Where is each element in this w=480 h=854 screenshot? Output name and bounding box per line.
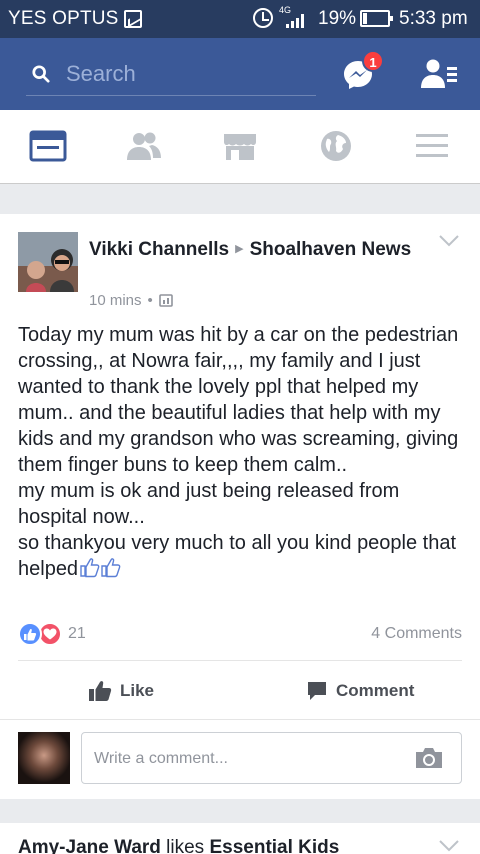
tab-news-feed[interactable]: [8, 110, 88, 182]
post-meta: 10 mins •: [89, 292, 173, 309]
comment-label: Comment: [336, 681, 415, 700]
friends-icon: [127, 132, 161, 160]
author-avatar[interactable]: [18, 232, 78, 292]
signal-icon: [286, 12, 308, 28]
alarm-icon: [253, 8, 273, 28]
liked-page-name[interactable]: Essential Kids: [209, 837, 339, 854]
carrier-name: YES OPTUS: [8, 8, 119, 29]
tab-friends[interactable]: [104, 110, 184, 182]
meta-separator: •: [147, 292, 153, 309]
comment-input[interactable]: [94, 745, 394, 773]
divider: [18, 660, 462, 661]
thumbs-up-emoji-icon: [80, 558, 121, 578]
feed-post-next: Amy-Jane Ward likes Essential Kids: [0, 823, 480, 854]
group-audience-icon: [158, 294, 173, 307]
comment-box[interactable]: [81, 732, 462, 784]
friend-requests-icon[interactable]: [420, 58, 458, 90]
post-text: Today my mum was hit by a car on the ped…: [18, 322, 468, 582]
feed-post: Vikki Channells ▶ Shoalhaven News 10 mins …: [0, 214, 480, 799]
sim-icon: [124, 10, 142, 28]
battery-icon: [360, 10, 393, 27]
like-button[interactable]: Like: [88, 676, 154, 706]
globe-icon: [321, 131, 351, 161]
comment-icon: [308, 682, 326, 700]
tab-bar: [0, 110, 480, 184]
like-label: Like: [120, 681, 155, 700]
search-icon: [32, 65, 50, 83]
like-reaction-icon: [18, 622, 42, 646]
search-bar[interactable]: [26, 58, 316, 96]
chevron-down-icon[interactable]: [438, 839, 460, 853]
story-verb: likes: [166, 837, 205, 854]
reactions-summary[interactable]: 21: [18, 622, 86, 646]
camera-icon[interactable]: [414, 746, 444, 770]
clock: 5:33 pm: [399, 8, 468, 29]
chevron-down-icon[interactable]: [438, 234, 460, 248]
reactions-count: 21: [68, 625, 86, 642]
like-icon: [89, 681, 112, 701]
comments-count[interactable]: 4 Comments: [371, 625, 462, 643]
search-input[interactable]: [66, 58, 306, 90]
current-user-avatar[interactable]: [18, 732, 70, 784]
feed-separator: [0, 799, 480, 823]
messenger-badge: 1: [362, 50, 384, 72]
comment-button[interactable]: Comment: [306, 676, 414, 706]
hamburger-icon: [416, 134, 448, 157]
story-header: Amy-Jane Ward likes Essential Kids: [18, 837, 339, 854]
comment-composer: [0, 719, 480, 799]
actor-name[interactable]: Amy-Jane Ward: [18, 837, 161, 854]
tab-menu[interactable]: [392, 110, 472, 182]
tab-notifications[interactable]: [296, 110, 376, 182]
status-bar: YES OPTUS 4G 19% 5:33 pm: [0, 0, 480, 38]
post-body-text: Today my mum was hit by a car on the ped…: [18, 324, 459, 580]
shared-to-arrow-icon: ▶: [235, 243, 244, 255]
marketplace-icon: [224, 134, 256, 160]
post-timestamp[interactable]: 10 mins: [89, 292, 142, 309]
tab-marketplace[interactable]: [200, 110, 280, 182]
feed-separator: [0, 184, 480, 214]
avatar-photo-icon: [18, 232, 78, 292]
battery-percent: 19%: [318, 8, 357, 29]
group-name[interactable]: Shoalhaven News: [250, 239, 412, 260]
author-name[interactable]: Vikki Channells: [89, 239, 229, 260]
app-header: 1: [0, 38, 480, 110]
news-feed-icon: [29, 130, 67, 162]
post-header: Vikki Channells ▶ Shoalhaven News: [89, 236, 419, 263]
